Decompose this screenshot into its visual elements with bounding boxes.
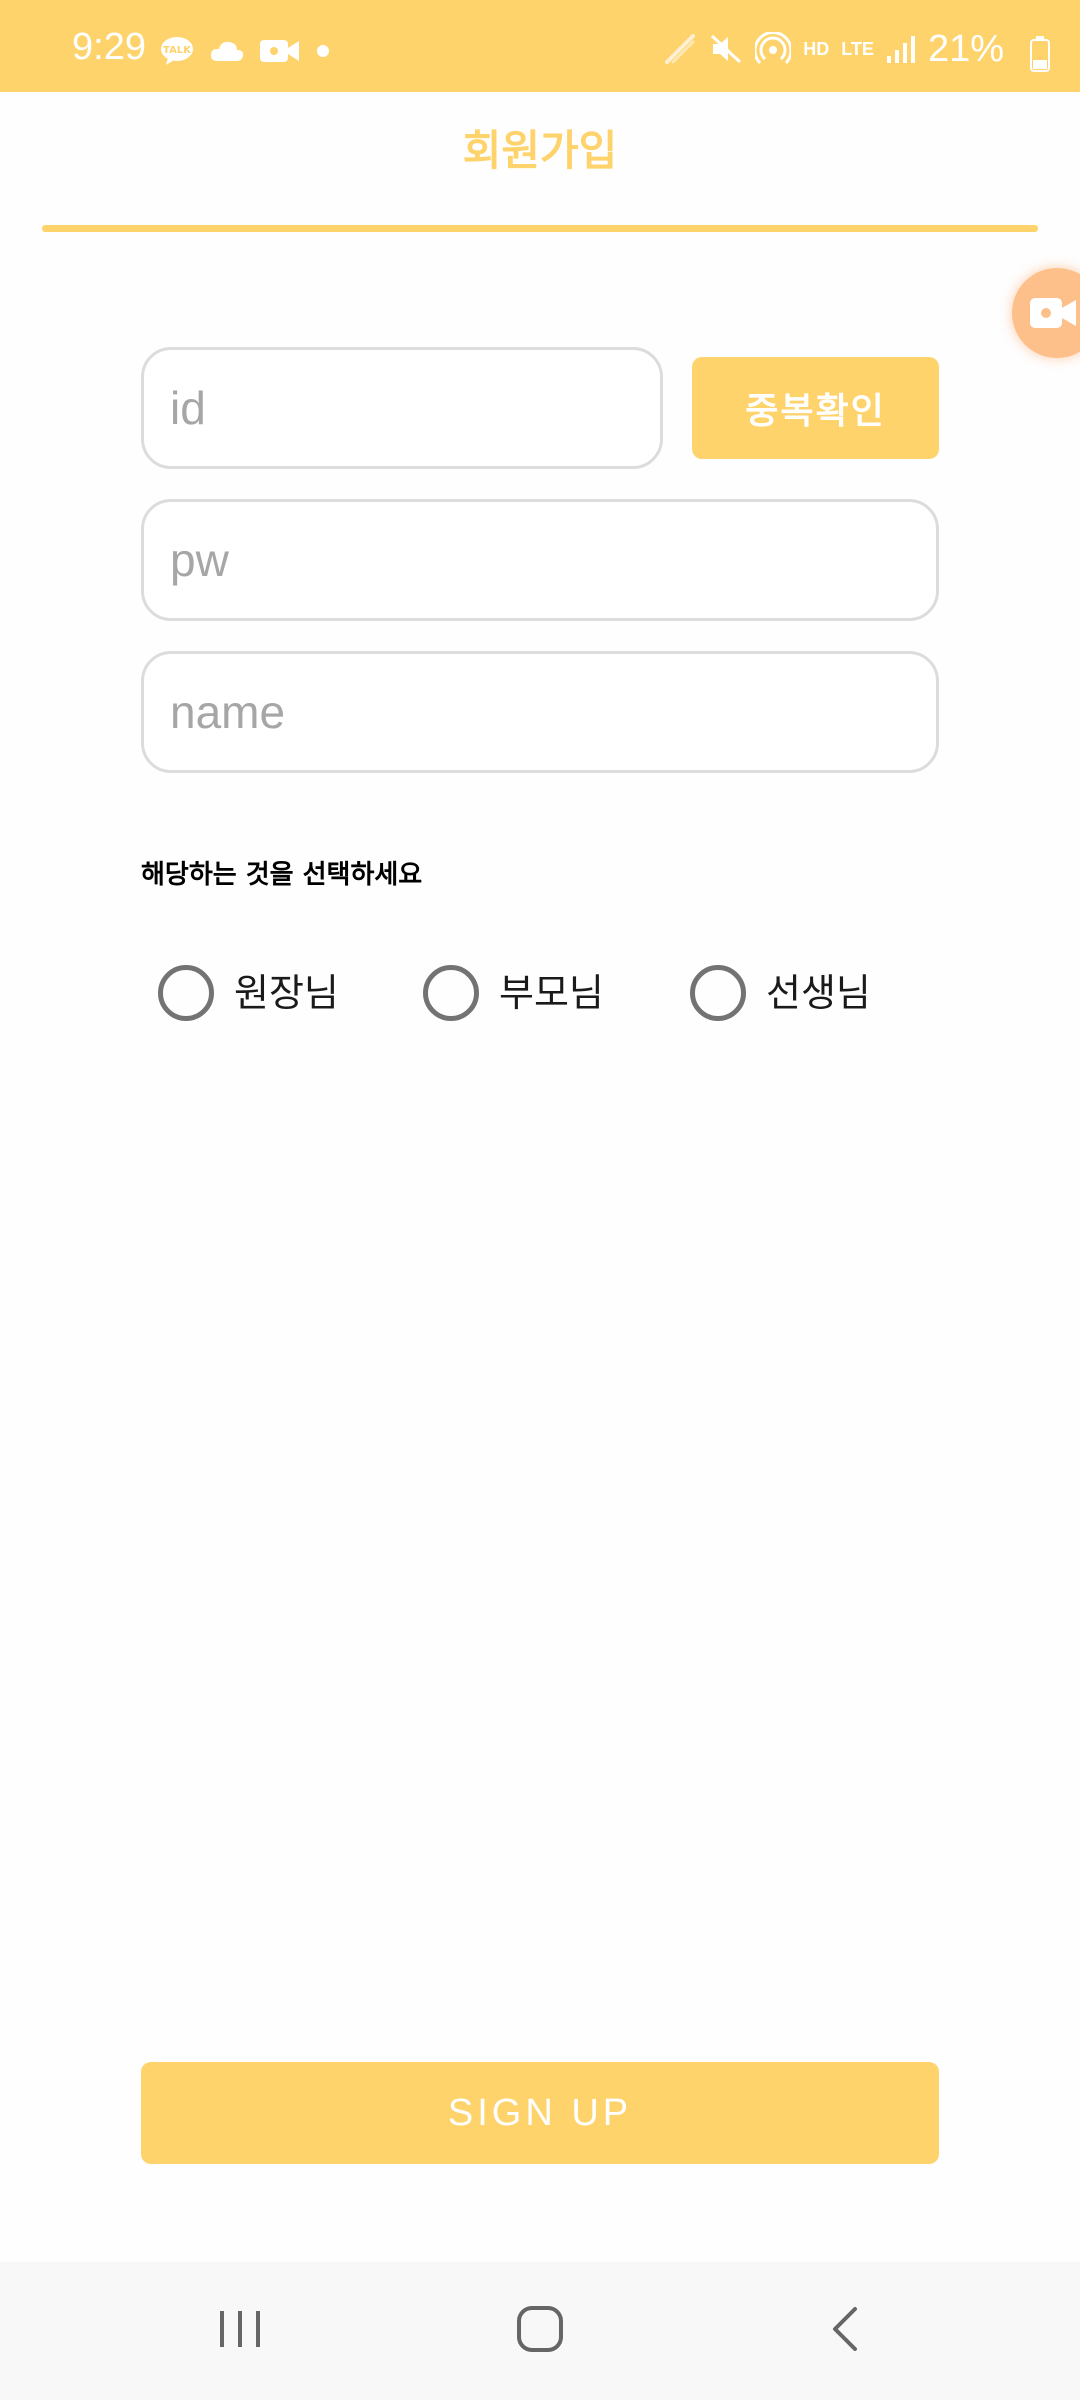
password-input[interactable]: [141, 499, 939, 621]
lte-icon: LTE: [841, 39, 874, 59]
check-duplicate-button[interactable]: 중복확인: [692, 357, 939, 459]
role-label: 원장님: [234, 971, 339, 1015]
mute-icon: [709, 32, 743, 66]
cloud-icon: [210, 39, 244, 63]
sign-up-button[interactable]: SIGN UP: [141, 2062, 939, 2164]
home-icon: [516, 2305, 564, 2357]
nfc-icon: [663, 32, 697, 66]
dot-icon: [316, 44, 330, 58]
screen-recorder-bubble[interactable]: [1012, 268, 1080, 358]
name-input[interactable]: [141, 651, 939, 773]
page-title: 회원가입: [462, 126, 618, 175]
battery-icon: [1030, 36, 1050, 72]
role-label: 선생님: [766, 971, 871, 1015]
status-right-icons: HD LTE 21%: [663, 30, 1004, 68]
hd-voice-icon: HD: [803, 39, 830, 59]
status-bar: 9:29 TALK HD LTE 21%: [0, 0, 1080, 92]
talk-icon: TALK: [160, 36, 194, 66]
status-left-icons: TALK: [160, 36, 330, 66]
role-option-teacher[interactable]: 선생님: [690, 965, 871, 1021]
back-icon: [829, 2306, 859, 2356]
video-camera-icon: [260, 37, 300, 65]
header-divider: [42, 225, 1038, 232]
radio-button[interactable]: [423, 965, 479, 1021]
navigation-bar: [0, 2262, 1080, 2400]
signal-icon: [886, 34, 916, 64]
hotspot-icon: [755, 32, 792, 66]
role-option-director[interactable]: 원장님: [158, 965, 339, 1021]
app-header: 회원가입: [0, 92, 1080, 232]
recents-icon: [218, 2309, 262, 2353]
radio-button[interactable]: [158, 965, 214, 1021]
battery-percent: 21%: [927, 28, 1004, 70]
home-button[interactable]: [440, 2262, 640, 2400]
role-prompt: 해당하는 것을 선택하세요: [141, 860, 423, 890]
role-label: 부모님: [499, 971, 604, 1015]
role-option-parent[interactable]: 부모님: [423, 965, 604, 1021]
status-time: 9:29: [72, 26, 146, 68]
svg-text:TALK: TALK: [163, 45, 192, 56]
id-input[interactable]: [141, 347, 663, 469]
recents-button[interactable]: [140, 2262, 340, 2400]
back-button[interactable]: [744, 2262, 944, 2400]
radio-button[interactable]: [690, 965, 746, 1021]
